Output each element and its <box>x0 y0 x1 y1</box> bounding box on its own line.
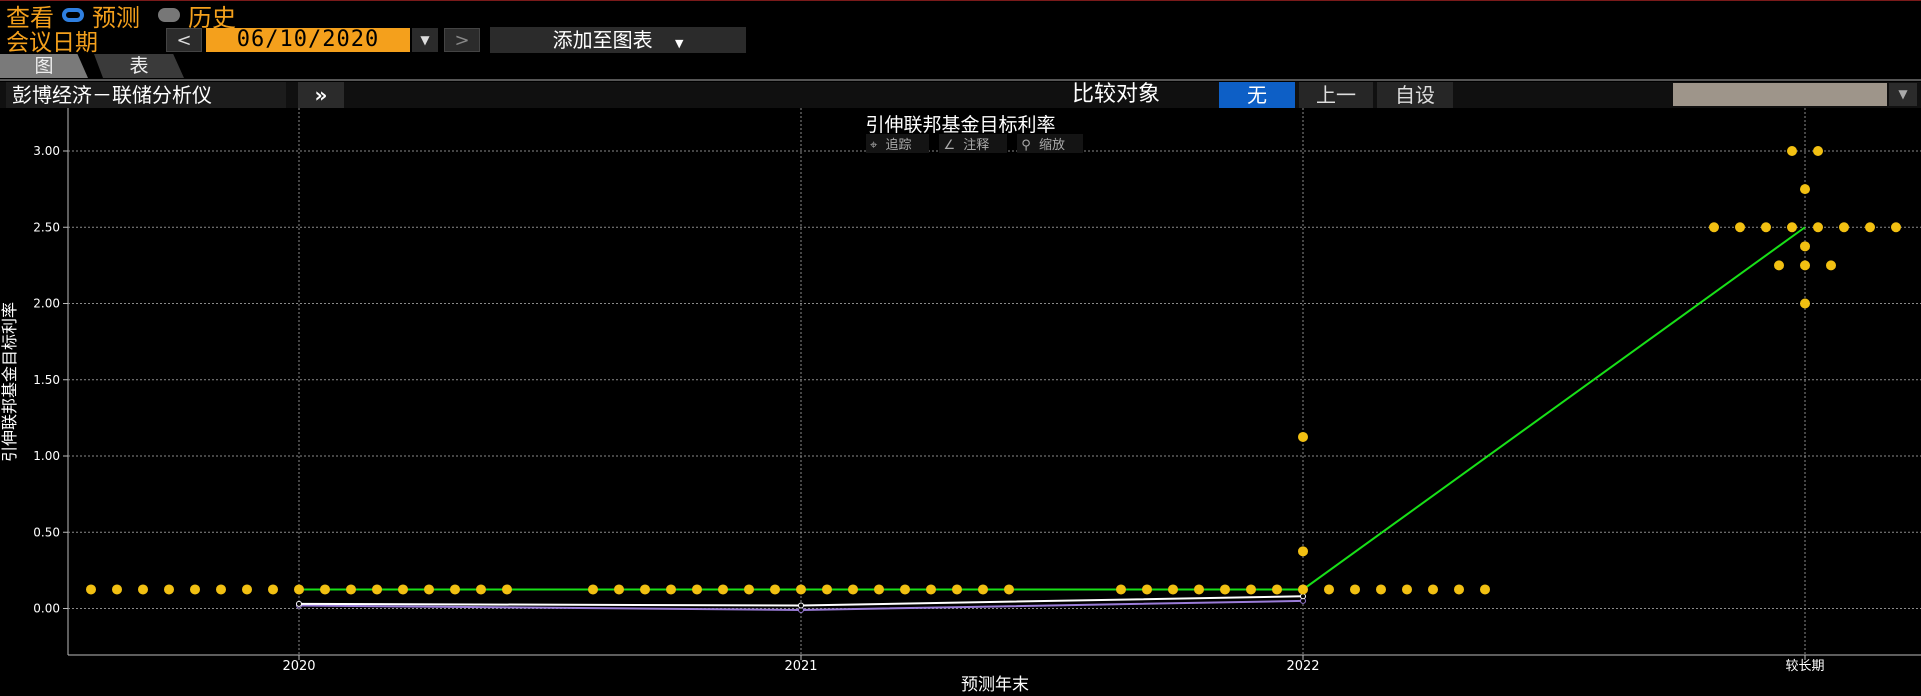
dot-plot-point <box>1709 222 1719 233</box>
y-tick-label: 1.50 <box>33 373 60 387</box>
dot-plot-point <box>770 584 780 595</box>
series-marker-white <box>296 600 302 607</box>
dot-plot-point <box>1220 584 1230 595</box>
dot-plot-point <box>1298 584 1308 595</box>
dot-plot-point <box>1480 584 1490 595</box>
dot-plot-point <box>926 584 936 595</box>
dot-plot-point <box>1800 184 1810 195</box>
zoom-tool-label: 缩放 <box>1034 138 1069 153</box>
dot-plot-point <box>1272 584 1282 595</box>
dot-plot-point <box>900 584 910 595</box>
dot-plot-point <box>1787 222 1797 233</box>
y-tick-label: 2.00 <box>33 297 60 311</box>
annotate-tool-label: 注释 <box>959 138 994 153</box>
y-axis-label: 引伸联邦基金目标利率 <box>0 302 19 462</box>
x-axis-label: 预测年末 <box>961 675 1029 695</box>
dot-plot-chart: 0.00 0.50 1.00 1.50 2.00 2.50 3.00 2020 2021 2022… <box>0 108 1921 695</box>
annotate-tool-button[interactable]: ∠ 注释 <box>939 134 1008 153</box>
dot-plot-point <box>614 584 624 595</box>
chart-title: 引伸联邦基金目标利率 <box>865 114 1056 136</box>
dot-plot-point <box>1142 584 1152 595</box>
dot-plot-point <box>1376 584 1386 595</box>
dot-plot-point <box>1826 260 1836 271</box>
dot-plot-point <box>294 584 304 595</box>
dot-plot-point <box>978 584 988 595</box>
dot-plot-point <box>1350 584 1360 595</box>
dot-plot-point <box>1774 260 1784 271</box>
dot-plot-point <box>1116 584 1126 595</box>
dot-plot-point <box>796 584 806 595</box>
dot-plot-point <box>1813 146 1823 156</box>
dot-plot-point <box>1298 546 1308 557</box>
x-tick-label: 2020 <box>282 659 315 674</box>
dot-plot-point <box>1800 241 1810 252</box>
dot-plot-point <box>372 584 382 595</box>
dot-plot-point <box>744 584 754 595</box>
dot-plot-point <box>588 584 598 595</box>
x-tick-label: 2021 <box>784 659 817 674</box>
dot-plot-point <box>1454 584 1464 595</box>
dot-plot-point <box>1800 298 1810 309</box>
chart-tools: ⌖ 追踪 ∠ 注释 ⚲ 缩放 <box>866 134 1093 153</box>
dot-plot-point <box>424 584 434 595</box>
series-marker-white <box>798 602 804 609</box>
dot-plot-point <box>1813 222 1823 233</box>
series-marker-white <box>1300 593 1306 600</box>
dot-plot-point <box>874 584 884 595</box>
dot-plot-point <box>1761 222 1771 233</box>
dot-plot-point <box>1324 584 1334 595</box>
y-tick-label: 2.50 <box>33 220 60 234</box>
dot-plot-point <box>112 584 122 595</box>
dot-plot-point <box>242 584 252 595</box>
dot-plot-point <box>1428 584 1438 595</box>
trace-tool-button[interactable]: ⌖ 追踪 <box>866 134 930 153</box>
dot-plot-point <box>138 584 148 595</box>
dot-plot-point <box>822 584 832 595</box>
dot-plot-point <box>952 584 962 595</box>
dot-plot-point <box>1787 146 1797 156</box>
y-tick-label: 0.50 <box>33 525 60 539</box>
dot-plot-point <box>1004 584 1014 595</box>
y-tick-label: 0.00 <box>33 602 60 616</box>
x-tick-label: 较长期 <box>1785 659 1824 674</box>
dot-plot-point <box>450 584 460 595</box>
dot-plot-point <box>848 584 858 595</box>
dot-plot-point <box>1402 584 1412 595</box>
dot-plot-point <box>164 584 174 595</box>
dot-plot-point <box>666 584 676 595</box>
dot-plot-point <box>320 584 330 595</box>
zoom-tool-button[interactable]: ⚲ 缩放 <box>1017 134 1083 153</box>
dot-plot-point <box>1735 222 1745 233</box>
dot-plot-point <box>1246 584 1256 595</box>
y-tick-label: 3.00 <box>33 144 60 158</box>
dot-plot-point <box>346 584 356 595</box>
series-line-green <box>299 226 1806 591</box>
dot-plot-point <box>1298 431 1308 442</box>
dot-plot-point <box>640 584 650 595</box>
dot-plot-point <box>1194 584 1204 595</box>
dot-plot-point <box>1168 584 1178 595</box>
dot-plot-point <box>268 584 278 595</box>
trace-tool-label: 追踪 <box>881 138 916 153</box>
dot-plot-point <box>476 584 486 595</box>
dot-plot-point <box>692 584 702 595</box>
dot-plot-point <box>216 584 226 595</box>
x-tick-label: 2022 <box>1286 659 1319 674</box>
dot-plot-point <box>1839 222 1849 233</box>
dot-plot-point <box>1800 260 1810 271</box>
dot-plot-point <box>190 584 200 595</box>
dot-plot-point <box>1865 222 1875 233</box>
dot-plot-point <box>86 584 96 595</box>
dot-plot-point <box>718 584 728 595</box>
dot-plot-point <box>398 584 408 595</box>
y-tick-label: 1.00 <box>33 449 60 463</box>
dot-plot-point <box>502 584 512 595</box>
dot-plot-point <box>1891 222 1901 233</box>
